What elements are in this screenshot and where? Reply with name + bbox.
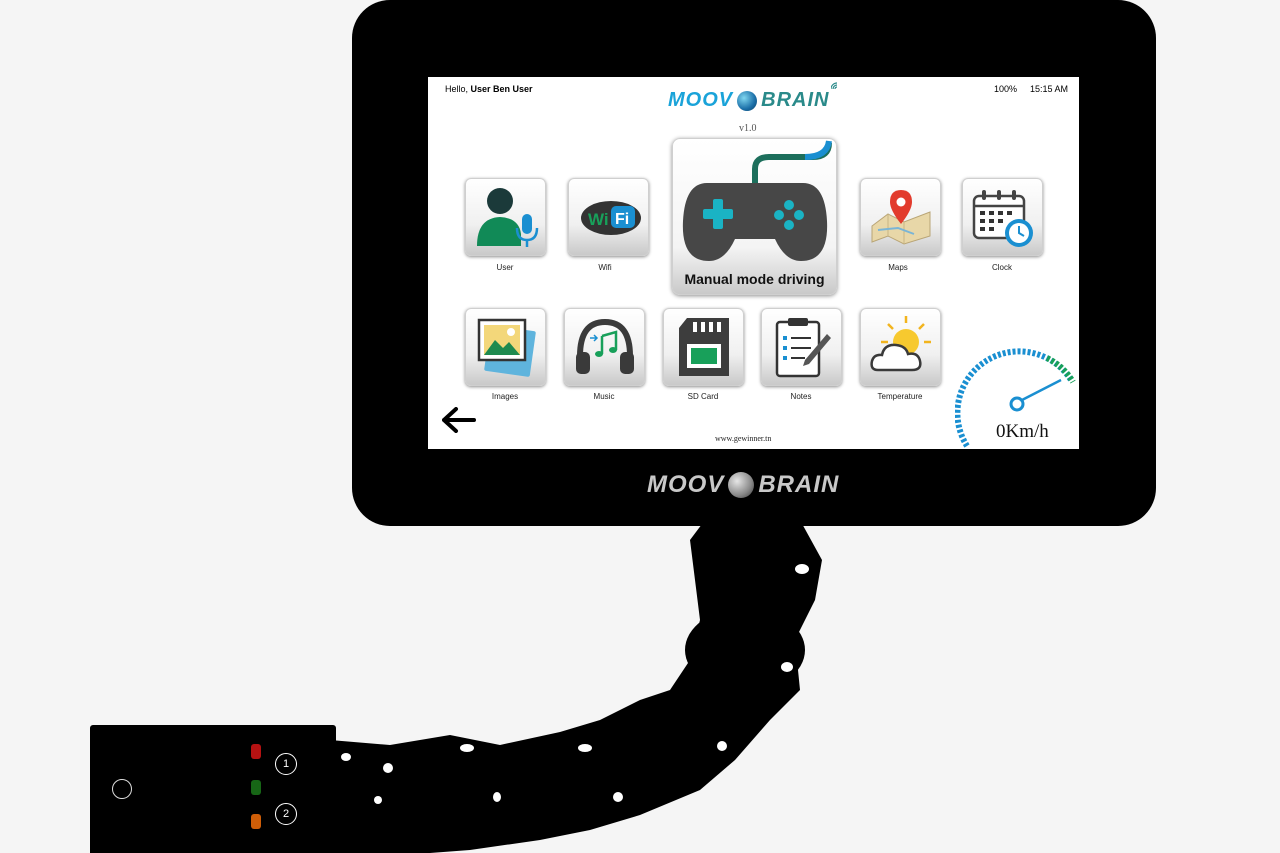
- sd-card-label: SD Card: [687, 392, 719, 401]
- device-globe-icon: [728, 472, 755, 498]
- battery-level: 100%: [994, 84, 1018, 94]
- user-button[interactable]: [465, 178, 546, 256]
- website-footer: www.gewinner.tn: [715, 434, 772, 443]
- control-box: 1 2: [90, 725, 336, 853]
- green-led-indicator: [251, 780, 261, 795]
- app-version: v1.0: [739, 123, 757, 134]
- notes-button[interactable]: [761, 308, 842, 386]
- gamepad-icon: [682, 140, 832, 261]
- photos-icon: [477, 318, 536, 377]
- user-microphone-icon: [476, 188, 538, 247]
- calendar-clock-icon: [972, 190, 1033, 247]
- user-name: User Ben User: [470, 84, 533, 94]
- clock-button[interactable]: [962, 178, 1043, 256]
- power-button[interactable]: [112, 779, 132, 799]
- maps-button[interactable]: [860, 178, 941, 256]
- signal-icon: [831, 82, 838, 90]
- temperature-label: Temperature: [877, 392, 923, 401]
- sd-card-button[interactable]: [663, 308, 744, 386]
- clipboard-notes-icon: [775, 318, 831, 378]
- weather-icon: [869, 316, 931, 372]
- wifi-icon: Wi Fi: [580, 201, 641, 235]
- svg-text:Wi: Wi: [588, 210, 609, 229]
- images-button[interactable]: [465, 308, 546, 386]
- user-label: User: [496, 263, 514, 272]
- wifi-button[interactable]: Wi Fi: [568, 178, 649, 256]
- control-button-2[interactable]: 2: [275, 803, 297, 825]
- speed-readout: 0Km/h: [996, 421, 1049, 442]
- music-button[interactable]: [564, 308, 645, 386]
- logo-word-moov: MOOV: [668, 89, 734, 111]
- orange-led-indicator: [251, 814, 261, 829]
- svg-text:Fi: Fi: [615, 211, 629, 228]
- headphones-icon: [575, 318, 634, 374]
- device-logo: MOOV BRAIN: [647, 471, 839, 499]
- device-logo-word-brain: BRAIN: [758, 471, 840, 498]
- sd-card-icon: [678, 318, 729, 376]
- device-logo-word-moov: MOOV: [647, 471, 725, 498]
- back-arrow-icon[interactable]: [442, 407, 476, 433]
- wifi-label: Wifi: [598, 263, 612, 272]
- logo-word-brain: BRAIN: [761, 89, 830, 111]
- clock-time: 15:15 AM: [1030, 84, 1069, 94]
- brain-globe-icon: [737, 90, 758, 111]
- app-logo: MOOV BRAIN: [668, 82, 838, 112]
- manual-mode-driving-button[interactable]: Manual mode driving: [672, 138, 837, 295]
- temperature-button[interactable]: [860, 308, 941, 386]
- control-button-1[interactable]: 1: [275, 753, 297, 775]
- images-label: Images: [491, 392, 519, 401]
- notes-label: Notes: [790, 392, 812, 401]
- maps-label: Maps: [888, 263, 908, 272]
- greeting-text: Hello, User Ben User: [445, 84, 533, 94]
- touch-screen: Hello, User Ben User 100% 15:15 AM MOOV …: [428, 77, 1079, 449]
- manual-mode-label: Manual mode driving: [684, 271, 825, 287]
- music-label: Music: [593, 392, 615, 401]
- red-led-indicator: [251, 744, 261, 759]
- map-pin-icon: [871, 190, 930, 245]
- clock-label: Clock: [991, 263, 1012, 272]
